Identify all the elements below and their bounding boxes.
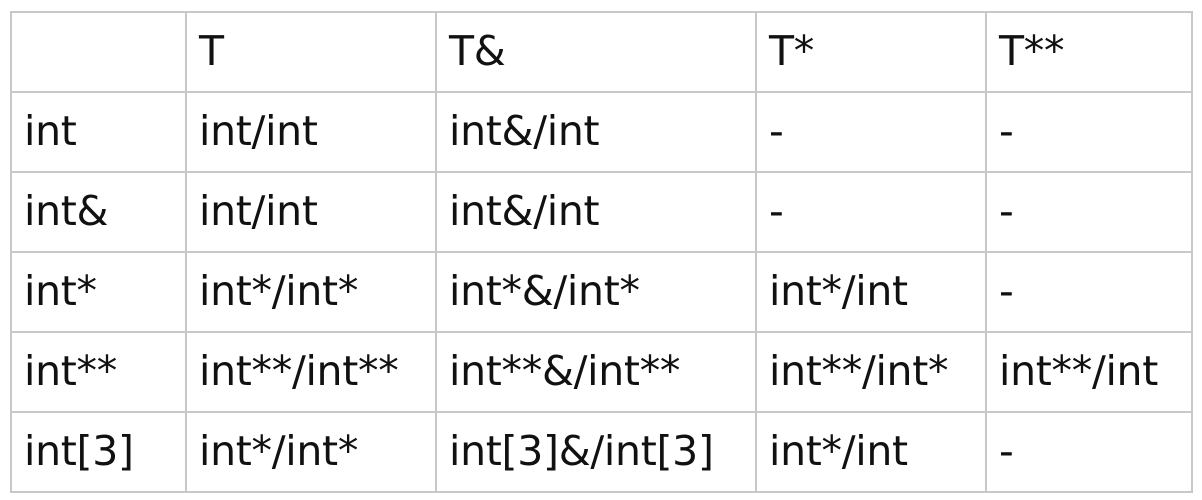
table-row: int** int**/int** int**&/int** int**/int… bbox=[10, 331, 1193, 413]
cell-int-ptr-ptr-t-ptr-ptr: int**/int bbox=[985, 331, 1193, 413]
row-label-int-array: int[3] bbox=[10, 411, 187, 493]
cell-int-ptr-ptr-t-ptr: int**/int* bbox=[755, 331, 987, 413]
cell-int-t-ptr: - bbox=[755, 91, 987, 173]
cell-int-ptr-t-ptr-ptr: - bbox=[985, 251, 1193, 333]
cell-int-ptr-ptr-t: int**/int** bbox=[185, 331, 437, 413]
table-row: int int/int int&/int - - bbox=[10, 91, 1193, 173]
cell-int-array-t: int*/int* bbox=[185, 411, 437, 493]
table-body: int int/int int&/int - - int& int/int in… bbox=[10, 91, 1193, 493]
header-cell-t-ref: T& bbox=[435, 11, 757, 93]
cell-int-t-ptr-ptr: - bbox=[985, 91, 1193, 173]
row-label-int-ptr-ptr: int** bbox=[10, 331, 187, 413]
cell-int-array-t-ptr: int*/int bbox=[755, 411, 987, 493]
table-container: T T& T* T** int int/int int&/int - - int… bbox=[10, 11, 1193, 493]
cell-int-ref-t-ptr-ptr: - bbox=[985, 171, 1193, 253]
type-deduction-table: T T& T* T** int int/int int&/int - - int… bbox=[10, 11, 1193, 493]
cell-int-array-t-ptr-ptr: - bbox=[985, 411, 1193, 493]
header-cell-t-ptr: T* bbox=[755, 11, 987, 93]
table-row: int[3] int*/int* int[3]&/int[3] int*/int… bbox=[10, 411, 1193, 493]
header-cell-t: T bbox=[185, 11, 437, 93]
table-row: int& int/int int&/int - - bbox=[10, 171, 1193, 253]
row-label-int-ptr: int* bbox=[10, 251, 187, 333]
row-label-int: int bbox=[10, 91, 187, 173]
cell-int-ptr-t: int*/int* bbox=[185, 251, 437, 333]
cell-int-t: int/int bbox=[185, 91, 437, 173]
cell-int-array-t-ref: int[3]&/int[3] bbox=[435, 411, 757, 493]
row-label-int-ref: int& bbox=[10, 171, 187, 253]
cell-int-ptr-t-ptr: int*/int bbox=[755, 251, 987, 333]
table-header: T T& T* T** bbox=[10, 11, 1193, 93]
cell-int-ref-t-ptr: - bbox=[755, 171, 987, 253]
header-cell-corner bbox=[10, 11, 187, 93]
cell-int-ref-t: int/int bbox=[185, 171, 437, 253]
cell-int-ptr-t-ref: int*&/int* bbox=[435, 251, 757, 333]
cell-int-ptr-ptr-t-ref: int**&/int** bbox=[435, 331, 757, 413]
table-row: int* int*/int* int*&/int* int*/int - bbox=[10, 251, 1193, 333]
header-cell-t-ptr-ptr: T** bbox=[985, 11, 1193, 93]
cell-int-ref-t-ref: int&/int bbox=[435, 171, 757, 253]
cell-int-t-ref: int&/int bbox=[435, 91, 757, 173]
header-row: T T& T* T** bbox=[10, 11, 1193, 93]
